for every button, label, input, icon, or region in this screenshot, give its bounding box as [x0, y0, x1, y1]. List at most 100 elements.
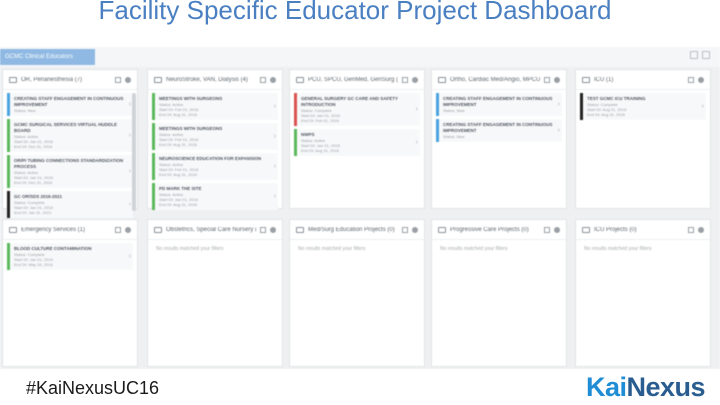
item-list: Creating staff engagement in continuous … [432, 93, 566, 142]
copy-icon[interactable] [544, 226, 550, 233]
project-item[interactable]: Creating staff engagement in continuous … [7, 93, 133, 116]
item-meta: End Dt: Aug 31, 2016 [301, 148, 340, 153]
copy-icon[interactable] [115, 76, 121, 83]
project-item[interactable]: Test GCMC ICU training Status: Complete St… [580, 93, 706, 120]
column-title[interactable]: ICU Projects (0) [594, 227, 684, 233]
chevron-right-icon: › [128, 167, 131, 175]
column-title[interactable]: Progressive Care Projects (0) [450, 227, 540, 233]
gear-icon[interactable] [125, 226, 131, 233]
empty-message: No results matched your filters [440, 246, 508, 252]
copy-icon[interactable] [544, 76, 550, 83]
column-title[interactable]: PCU, SPCU, GenMed, GenSurg (2) [308, 77, 398, 83]
copy-icon[interactable] [402, 226, 408, 233]
item-list: Blood culture contamination Status: Compl… [3, 243, 137, 270]
app-header: GCMC Clinical Educators [0, 47, 720, 67]
gear-icon[interactable] [270, 76, 276, 83]
column-card: NeuroStroke, VAN, Dialysis (4) Meetings w… [147, 69, 283, 210]
item-list: No results matched your filters [290, 240, 424, 258]
column-title[interactable]: Obstetrics, Special Care Nursery (0) [166, 227, 256, 233]
column-title[interactable]: Emergency Services (1) [21, 227, 111, 233]
project-item[interactable]: PD mark the site Status: Active Start Dt: … [152, 183, 278, 210]
chevron-right-icon: › [273, 192, 276, 200]
expand-icon[interactable] [690, 51, 698, 59]
folder-icon [9, 226, 17, 233]
gear-icon[interactable] [412, 76, 418, 83]
gear-icon[interactable] [125, 76, 131, 83]
chevron-right-icon: › [273, 162, 276, 170]
folder-icon [154, 226, 162, 233]
folder-icon [154, 76, 162, 83]
column-header: Obstetrics, Special Care Nursery (0) [148, 220, 282, 240]
gear-icon[interactable] [698, 226, 704, 233]
copy-icon[interactable] [260, 76, 266, 83]
settings-icon[interactable] [702, 51, 710, 59]
folder-icon [438, 226, 446, 233]
item-meta: End Dt: Aug 31, 2016 [159, 112, 198, 117]
column-header: NeuroStroke, VAN, Dialysis (4) [148, 70, 282, 90]
copy-icon[interactable] [402, 76, 408, 83]
item-meta: End Dt: Dec 31, 2016 [14, 144, 53, 149]
project-item[interactable]: NWPS Status: Active Start Dt: Jan 01, 2016… [294, 129, 420, 156]
chevron-right-icon: › [128, 100, 131, 108]
column-title[interactable]: OR, Perianesthesia (7) [21, 77, 111, 83]
project-item[interactable]: OR/PI tubing connections standardization… [7, 155, 133, 188]
item-list: No results matched your filters [432, 240, 566, 258]
item-title: Creating staff engagement in continuous … [14, 96, 124, 107]
project-item[interactable]: GCMC surgical services virtual huddle bo… [7, 119, 133, 152]
project-item[interactable]: Creating staff engagement in continuous … [436, 119, 562, 142]
gear-icon[interactable] [412, 226, 418, 233]
folder-icon [9, 76, 17, 83]
folder-icon [438, 76, 446, 83]
workspace-tab[interactable]: GCMC Clinical Educators [0, 49, 95, 65]
slide-title: Facility Specific Educator Project Dashb… [98, 0, 612, 25]
item-meta: End Dt: Aug 31, 2016 [159, 202, 198, 207]
column-title[interactable]: Ortho, Cardiac Med/Angio, MPCU, C... [450, 77, 540, 83]
hashtag: #KaiNexusUC16 [26, 378, 160, 398]
project-item[interactable]: Blood culture contamination Status: Compl… [7, 243, 133, 270]
column-title[interactable]: NeuroStroke, VAN, Dialysis (4) [166, 77, 256, 83]
column-header: Ortho, Cardiac Med/Angio, MPCU, C... [432, 70, 566, 90]
project-item[interactable]: Meetings with surgeons Status: Active Star… [152, 123, 278, 150]
item-meta: End Dt: Aug 31, 2016 [159, 172, 198, 177]
item-meta: End Dt: Jan 31, 2021 [14, 210, 52, 215]
column-card: Progressive Care Projects (0) No results … [431, 219, 567, 367]
column-card: ICU Projects (0) No results matched your … [575, 219, 711, 367]
copy-icon[interactable] [688, 226, 694, 233]
column-card: OR, Perianesthesia (7) Creating staff eng… [2, 69, 138, 218]
chevron-right-icon: › [415, 138, 418, 146]
column-card: ICU (1) Test GCMC ICU training Status: Com… [575, 69, 711, 209]
copy-icon[interactable] [115, 226, 121, 233]
project-item[interactable]: Meetings with surgeons Status: Active Star… [152, 93, 278, 120]
column-title[interactable]: Med/Surg Education Projects (0) [308, 227, 398, 233]
column-header: Emergency Services (1) [3, 220, 137, 240]
item-title: GCMC surgical services virtual huddle bo… [14, 122, 118, 133]
empty-message: No results matched your filters [584, 246, 652, 252]
gear-icon[interactable] [554, 76, 560, 83]
chevron-right-icon: › [415, 105, 418, 113]
project-item[interactable]: Creating staff engagement in continuous … [436, 93, 562, 116]
empty-message: No results matched your filters [298, 246, 366, 252]
scrollbar[interactable] [132, 93, 136, 211]
item-meta: Status: New [443, 134, 465, 139]
item-meta: Status: New [14, 108, 36, 113]
gear-icon[interactable] [554, 226, 560, 233]
column-card: Obstetrics, Special Care Nursery (0) No r… [147, 219, 283, 367]
copy-icon[interactable] [260, 226, 266, 233]
folder-icon [296, 226, 304, 233]
item-list: No results matched your filters [148, 240, 282, 258]
column-header: PCU, SPCU, GenMed, GenSurg (2) [290, 70, 424, 90]
copy-icon[interactable] [688, 76, 694, 83]
project-item[interactable]: Neuroscience education for expansion Stat… [152, 153, 278, 180]
item-title: Creating staff engagement in continuous … [443, 122, 553, 133]
column-header: ICU (1) [576, 70, 710, 90]
header-icons [690, 51, 710, 59]
item-title: OR/PI tubing connections standardization… [14, 158, 124, 169]
logo-part-kai: Kai [586, 372, 627, 402]
project-item[interactable]: GC OR/SDS 2016-2021 Status: Complete Start… [7, 191, 133, 218]
project-item[interactable]: General surgery GC care and safety intro… [294, 93, 420, 126]
column-title[interactable]: ICU (1) [594, 77, 684, 83]
gear-icon[interactable] [698, 76, 704, 83]
item-meta: End Dt: Dec 31, 2016 [14, 180, 53, 185]
chevron-right-icon: › [273, 132, 276, 140]
gear-icon[interactable] [270, 226, 276, 233]
